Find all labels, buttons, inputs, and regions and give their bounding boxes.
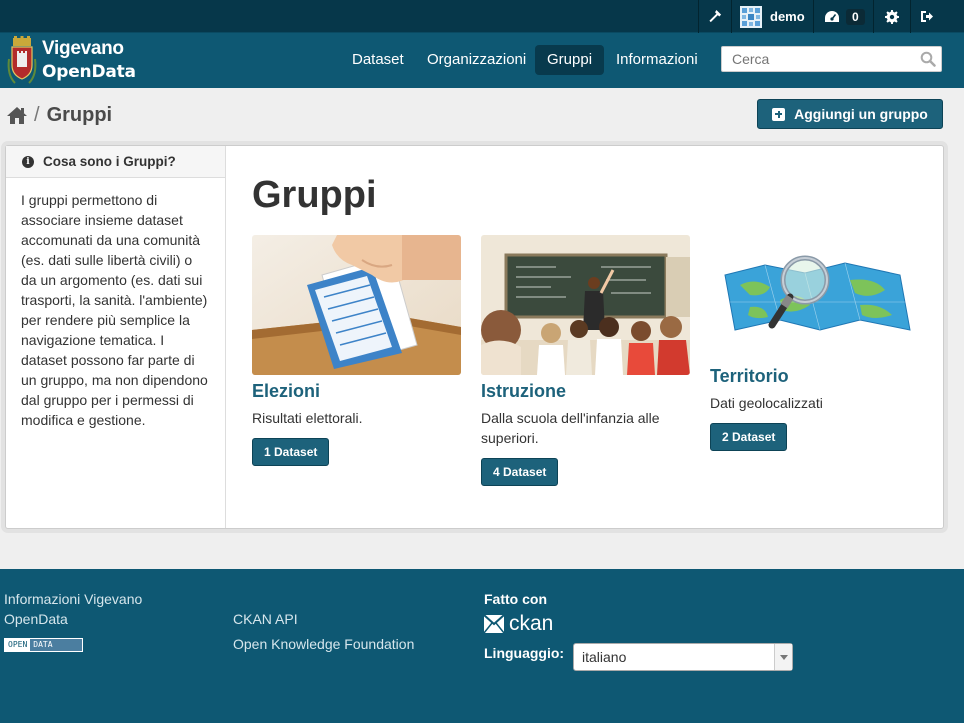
separator <box>910 0 911 33</box>
group-description-elezioni: Risultati elettorali. <box>252 410 363 426</box>
sidebar: i Cosa sono i Gruppi? I gruppi permetton… <box>6 146 226 528</box>
open-data-badge-right: DATA <box>30 639 82 651</box>
add-group-label: Aggiungi un gruppo <box>794 106 928 122</box>
site-name-line2[interactable]: OpenData <box>42 62 136 82</box>
group-description-istruzione: Dalla scuola dell'infanzia alle superior… <box>481 410 660 446</box>
dashboard-link[interactable]: 0 <box>824 0 865 33</box>
username: demo <box>770 9 805 24</box>
separator <box>873 0 874 33</box>
sysadmin-hammer-icon[interactable] <box>708 0 728 33</box>
chevron-down-icon <box>774 644 792 670</box>
breadcrumb-current[interactable]: Gruppi <box>47 104 113 127</box>
group-title-elezioni[interactable]: Elezioni <box>252 381 461 402</box>
logout-icon[interactable] <box>920 0 934 33</box>
account-bar: demo 0 <box>0 0 964 33</box>
group-description-territorio: Dati geolocalizzati <box>710 395 823 411</box>
open-data-badge[interactable]: OPEN DATA <box>4 638 83 652</box>
sidebar-description: I gruppi permettono di associare insieme… <box>21 192 208 428</box>
add-group-button[interactable]: Aggiungi un gruppo <box>757 99 943 129</box>
page-title: Gruppi <box>252 174 377 216</box>
nav-gruppi[interactable]: Gruppi <box>535 45 605 75</box>
home-icon[interactable] <box>6 106 28 125</box>
plus-square-icon <box>772 107 786 121</box>
group-item-territorio: Territorio Dati geolocalizzati 2 Dataset <box>710 235 919 451</box>
made-with-label: Fatto con <box>484 591 547 607</box>
group-item-istruzione: Istruzione Dalla scuola dell'infanzia al… <box>481 235 690 486</box>
sidebar-heading: i Cosa sono i Gruppi? <box>6 146 225 178</box>
footer-about-link[interactable]: Informazioni Vigevano OpenData <box>4 589 174 629</box>
vigevano-coat-of-arms-logo[interactable] <box>5 35 39 87</box>
main-content: Gruppi Elezioni Risultati elettorali. 1 … <box>227 146 943 528</box>
open-data-badge-left: OPEN <box>5 639 31 651</box>
user-menu[interactable]: demo <box>740 0 805 33</box>
dataset-count-button-territorio[interactable]: 2 Dataset <box>710 423 788 451</box>
masthead: Vigevano OpenData Dataset Organizzazioni… <box>0 33 964 88</box>
nav-dataset[interactable]: Dataset <box>340 45 416 75</box>
group-title-territorio[interactable]: Territorio <box>710 366 919 387</box>
separator <box>731 0 732 33</box>
language-label: Linguaggio: <box>484 645 565 661</box>
group-image-territorio[interactable] <box>710 235 919 360</box>
breadcrumb: / Gruppi <box>6 104 112 127</box>
nav-informazioni[interactable]: Informazioni <box>604 45 710 75</box>
footer-ckan-api-link[interactable]: CKAN API <box>233 609 298 629</box>
settings-gear-icon[interactable] <box>885 0 899 33</box>
group-image-istruzione[interactable] <box>481 235 690 375</box>
footer: Informazioni Vigevano OpenData OPEN DATA… <box>0 569 964 723</box>
language-selected-value: italiano <box>582 649 627 665</box>
content-wrapper: i Cosa sono i Gruppi? I gruppi permetton… <box>5 145 944 529</box>
nav-organizzazioni[interactable]: Organizzazioni <box>415 45 538 75</box>
breadcrumb-separator: / <box>34 104 40 126</box>
avatar <box>740 5 762 28</box>
dataset-count-button-istruzione[interactable]: 4 Dataset <box>481 458 559 486</box>
group-item-elezioni: Elezioni Risultati elettorali. 1 Dataset <box>252 235 461 466</box>
search-form <box>721 46 942 72</box>
group-title-istruzione[interactable]: Istruzione <box>481 381 690 402</box>
footer-okfn-link[interactable]: Open Knowledge Foundation <box>233 634 414 654</box>
ckan-envelope-icon <box>484 615 504 633</box>
sidebar-heading-text: Cosa sono i Gruppi? <box>43 154 176 169</box>
dataset-count-button-elezioni[interactable]: 1 Dataset <box>252 438 330 466</box>
language-select[interactable]: italiano <box>573 643 793 671</box>
info-icon: i <box>22 155 34 168</box>
separator <box>813 0 814 33</box>
separator <box>698 0 699 33</box>
search-icon[interactable] <box>920 51 936 67</box>
group-image-elezioni[interactable] <box>252 235 461 375</box>
search-input[interactable] <box>722 47 912 71</box>
ckan-wordmark: ckan <box>509 612 554 635</box>
ckan-logo[interactable]: ckan <box>484 612 553 636</box>
activity-count-badge: 0 <box>846 8 865 25</box>
site-name-line1[interactable]: Vigevano <box>42 38 124 60</box>
dashboard-icon <box>825 10 839 22</box>
